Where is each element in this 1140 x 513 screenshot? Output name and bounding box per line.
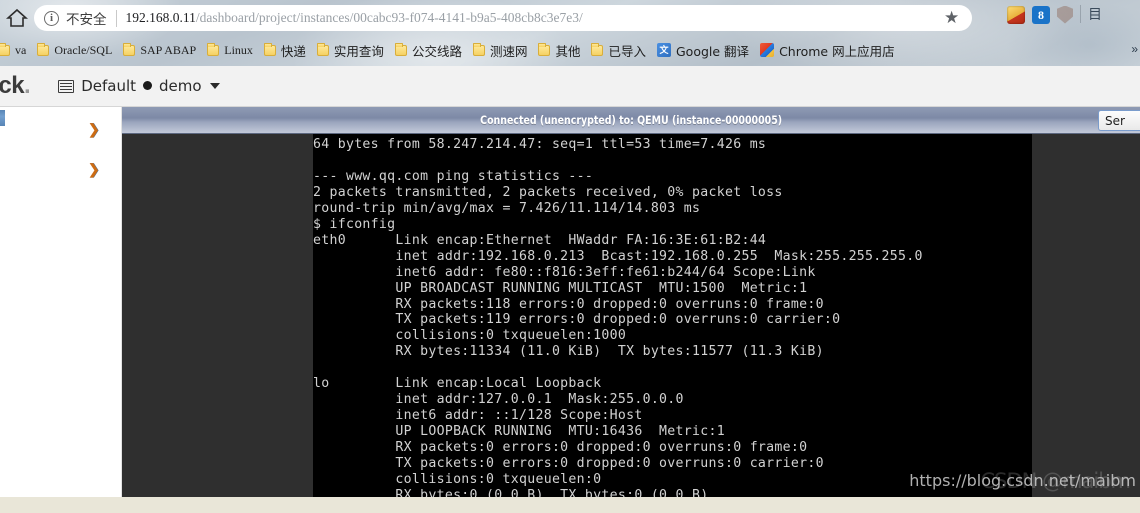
project-selector[interactable]: Default demo [58,77,220,95]
extensions-tray: 8 目 [980,4,1102,24]
terminal-screen[interactable]: 64 bytes from 58.247.214.47: seq=1 ttl=5… [313,134,1032,497]
bookmark-label: Linux [224,42,253,57]
omnibox-divider [115,9,117,27]
openstack-header: tack. Default demo [0,66,1140,107]
vnc-console: Connected (unencrypted) to: QEMU (instan… [122,107,1140,497]
bookmark-item[interactable]: Linux [203,39,257,61]
chrome-webstore-icon [760,43,775,57]
send-ctrlaltdel-button[interactable]: Ser [1098,110,1140,131]
grid-icon [58,79,75,93]
folder-icon [394,42,407,56]
domain-label: Default [81,77,137,95]
bookmark-item[interactable]: 文 Google 翻译 [653,39,753,61]
bookmark-label: Google 翻译 [676,43,750,59]
terminal-text: 64 bytes from 58.247.214.47: seq=1 ttl=5… [313,137,923,497]
security-status-label: 不安全 [66,12,107,28]
folder-icon [538,42,551,56]
url-path: /dashboard/project/instances/00cabc93-f0… [195,10,583,25]
browser-toolbar: i 不安全 192.168.0.11/dashboard/project/ins… [0,0,1140,36]
sidebar [0,107,122,497]
bookmark-label: 快递 [280,43,306,59]
address-bar[interactable]: i 不安全 192.168.0.11/dashboard/project/ins… [34,5,972,31]
bookmark-label: 公交线路 [411,43,462,59]
folder-icon [37,42,50,56]
folder-icon [207,42,220,56]
folder-icon [263,42,276,56]
bookmark-item[interactable]: 公交线路 [391,39,466,61]
watermark-url: https://blog.csdn.net/maibm [909,471,1136,490]
bookmark-item[interactable]: 快递 [260,39,310,61]
openstack-logo-text: tack [0,72,25,99]
bookmark-label: 已导入 [608,43,646,59]
url-host: 192.168.0.11 [125,10,196,25]
bookmarks-overflow-icon[interactable]: » [1131,42,1138,56]
openstack-logo-dot: . [24,72,31,99]
browser-chrome: i 不安全 192.168.0.11/dashboard/project/ins… [0,0,1140,66]
toolbar-divider [1080,5,1081,23]
folder-icon [0,42,10,56]
menu-extension-icon[interactable]: 目 [1088,4,1102,24]
bookmarks-bar: va Oracle/SQL SAP ABAP Linux 快递 实用查询 公交线… [0,38,1140,62]
gold-extension-icon[interactable] [1007,5,1025,24]
bookmark-item[interactable]: SAP ABAP [119,39,200,61]
bookmark-label: va [15,42,27,57]
separator-bullet-icon [143,81,153,90]
blue-extension-icon[interactable]: 8 [1032,5,1050,24]
bookmark-item[interactable]: va [0,39,30,61]
bookmark-label: Chrome 网上应用店 [779,43,895,59]
project-label: demo [159,77,202,95]
bookmark-label: SAP ABAP [140,42,197,57]
bottom-strip [0,497,1140,513]
caret-down-icon[interactable] [209,83,220,89]
bookmark-label: 其他 [555,43,581,59]
vnc-canvas-area[interactable]: 64 bytes from 58.247.214.47: seq=1 ttl=5… [122,134,1140,497]
vnc-status-text: Connected (unencrypted) to: QEMU (instan… [480,113,782,127]
lamp-extension-icon[interactable] [980,4,1000,24]
bookmark-item[interactable]: Oracle/SQL [33,39,116,61]
bookmark-star-icon[interactable]: ★ [944,9,959,27]
google-translate-icon: 文 [657,43,671,57]
folder-icon [472,42,485,56]
site-info-icon[interactable]: i [44,10,59,26]
bookmark-item[interactable]: 实用查询 [313,39,388,61]
openstack-logo: tack. [0,72,31,100]
bookmark-label: 测速网 [489,43,528,59]
bookmark-label: 实用查询 [333,43,384,59]
folder-icon [316,42,329,56]
bookmark-item[interactable]: Chrome 网上应用店 [756,39,899,61]
folder-icon [591,42,604,56]
screenshot-root: i 不安全 192.168.0.11/dashboard/project/ins… [0,0,1140,513]
sidebar-section-2[interactable] [0,152,122,190]
home-icon[interactable] [5,7,29,29]
bookmark-label: Oracle/SQL [54,42,113,57]
url-text: 192.168.0.11/dashboard/project/instances… [126,10,583,26]
sidebar-section-1[interactable] [0,112,122,150]
bookmark-item[interactable]: 已导入 [587,39,650,61]
folder-icon [123,42,136,56]
vnc-status-bar: Connected (unencrypted) to: QEMU (instan… [122,107,1140,134]
bookmark-item[interactable]: 其他 [534,39,584,61]
shield-extension-icon[interactable] [1057,5,1073,24]
bookmark-item[interactable]: 测速网 [469,39,532,61]
